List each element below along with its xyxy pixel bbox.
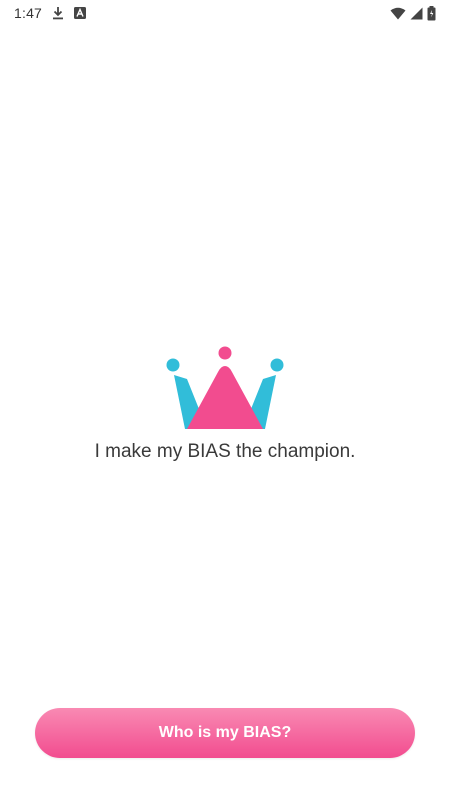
tagline: I make my BIAS the champion.: [94, 441, 356, 462]
app-screen: 1:47 I make my BIAS the champion. Who is…: [0, 0, 450, 800]
hero: I make my BIAS the champion.: [0, 345, 450, 463]
status-bar: 1:47: [0, 0, 450, 26]
crown-logo-icon: [166, 346, 284, 429]
who-is-my-bias-button[interactable]: Who is my BIAS?: [35, 708, 415, 758]
a-notification-icon: [74, 7, 87, 19]
signal-icon: [410, 7, 423, 20]
status-right: [390, 5, 436, 21]
status-time: 1:47: [14, 5, 43, 21]
wifi-icon: [390, 7, 406, 20]
status-left: 1:47: [14, 5, 87, 21]
battery-icon: [427, 5, 436, 21]
download-icon: [52, 6, 64, 20]
